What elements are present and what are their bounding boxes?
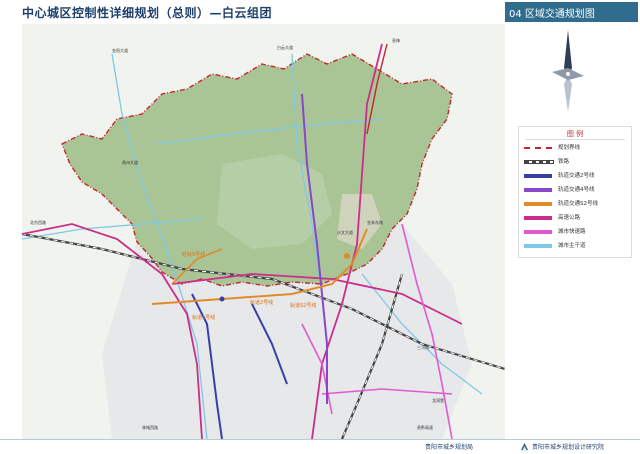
legend-title: 图 例	[566, 130, 584, 138]
label-metro-2: 轨道2号线	[250, 299, 273, 306]
label-road: 沙文大道	[337, 229, 353, 235]
legend-item-boundary: 规划界线	[524, 142, 629, 154]
institute-logo-icon	[520, 442, 529, 451]
legend-label: 轨道交通S2号线	[558, 201, 598, 207]
north-arrow-icon	[552, 30, 584, 112]
legend-label: 轨道交通4号线	[558, 187, 595, 193]
expressway-swatch-icon	[524, 216, 552, 220]
legend-item-arterial: 城市主干道	[524, 240, 629, 252]
legend-item-metro-s2: 轨道交通S2号线	[524, 198, 629, 210]
section-banner: 04 区域交通规划图	[505, 2, 638, 22]
legend-label: 规划界线	[558, 145, 581, 151]
header: 中心城区控制性详细规划（总则）—白云组团 04 区域交通规划图	[0, 0, 640, 24]
legend-label: 轨道交通2号线	[558, 173, 595, 179]
legend-label: 城市快速路	[558, 229, 586, 235]
metro-2-swatch-icon	[524, 174, 552, 178]
legend-item-metro-2: 轨道交通2号线	[524, 170, 629, 182]
legend-label: 高速公路	[558, 215, 581, 221]
map-legend: 图 例 规划界线 铁路 轨道交通2号线 轨道交通4号线 轨道交通S2号线 高速公…	[518, 126, 632, 258]
legend-divider	[525, 139, 625, 140]
urban-expressway-swatch-icon	[524, 230, 552, 234]
legend-item-metro-4: 轨道交通4号线	[524, 184, 629, 196]
footer-left-org: 贵阳市城乡规划局	[425, 444, 474, 451]
label-road: 贵黔高速	[417, 424, 433, 430]
label-road: 林城西路	[142, 424, 158, 430]
page-title: 中心城区控制性详细规划（总则）—白云组团	[22, 6, 273, 20]
station-marker	[219, 296, 225, 302]
label-road: 北京西路	[30, 219, 46, 225]
label-metro-1: 轨道1号线	[192, 314, 215, 321]
legend-item-railway: 铁路	[524, 156, 629, 168]
label-road: 白云大道	[277, 44, 293, 50]
legend-item-expressway: 高速公路	[524, 212, 629, 224]
metro-s2-swatch-icon	[524, 202, 552, 206]
legend-label: 铁路	[558, 159, 570, 165]
label-road: 贵州大道	[122, 159, 138, 165]
transport-map[interactable]: 轻轨5号线 轨道2号线 轨道S2号线 轨道1号线 息烽 金阳大道 白云大道 贵州…	[22, 24, 505, 439]
footer: 贵阳市城乡规划局 贵阳市城乡规划设计研究院	[0, 439, 640, 454]
label-road: 金朱东路	[367, 219, 383, 225]
station-marker	[344, 253, 350, 259]
legend-item-urban-expressway: 城市快速路	[524, 226, 629, 238]
label-road: 息烽	[392, 37, 400, 43]
label-road: 三马线	[417, 344, 429, 350]
label-road: 金阳大道	[112, 47, 128, 53]
footer-right-org: 贵阳市城乡规划设计研究院	[532, 444, 605, 451]
legend-label: 城市主干道	[558, 243, 586, 249]
section-title: 04 区域交通规划图	[509, 9, 595, 20]
arterial-swatch-icon	[524, 244, 552, 248]
boundary-swatch-icon	[524, 147, 552, 149]
metro-4-swatch-icon	[524, 188, 552, 192]
label-road: 龙洞堡	[432, 397, 444, 403]
label-light-rail: 轻轨5号线	[182, 251, 205, 258]
label-metro-s2: 轨道S2号线	[290, 302, 316, 309]
railway-swatch-icon	[524, 160, 554, 164]
